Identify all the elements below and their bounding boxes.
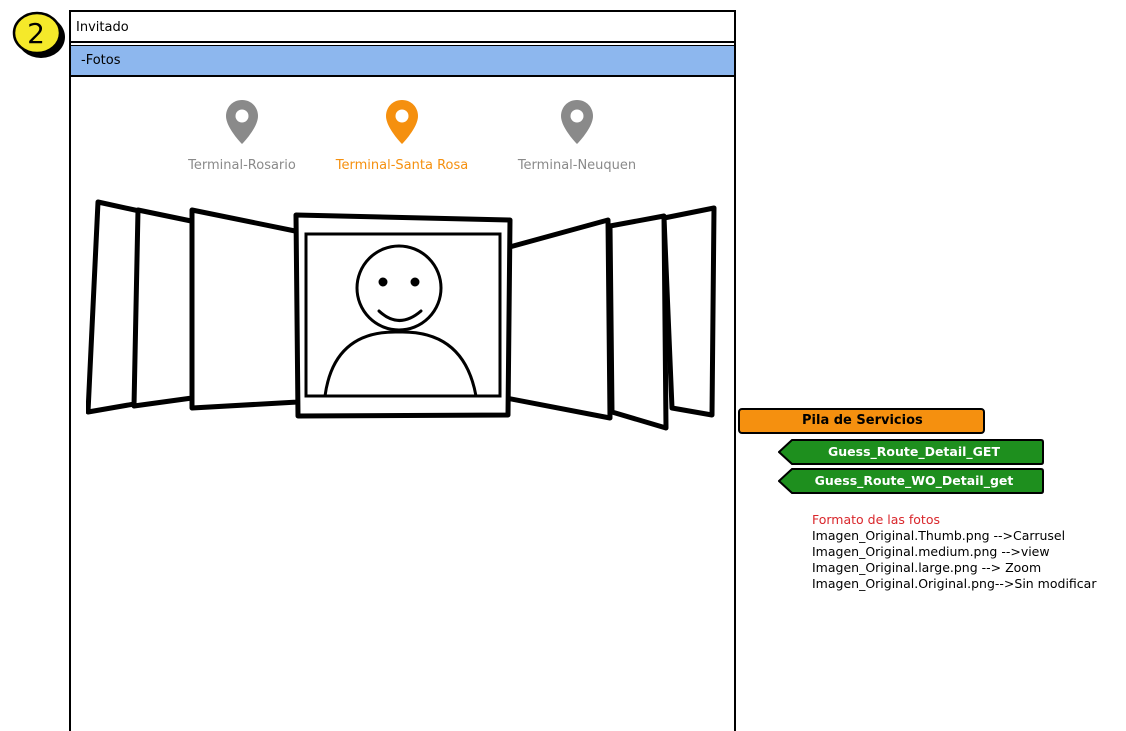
terminal-label: Terminal-Rosario [188, 158, 296, 173]
service-guess-route-detail-get[interactable]: Guess_Route_Detail_GET [778, 439, 1044, 465]
terminal-santa-rosa[interactable]: Terminal-Santa Rosa [322, 98, 482, 173]
step-number: 2 [27, 16, 45, 50]
formats-title: Formato de las fotos [812, 512, 940, 527]
map-pin-icon [561, 100, 593, 144]
carousel-card-right-3 [661, 205, 717, 418]
service-guess-route-wo-detail-get[interactable]: Guess_Route_WO_Detail_get [778, 468, 1044, 494]
services-stack-title: Pila de Servicios [738, 408, 985, 434]
tab-fotos[interactable]: -Fotos [71, 45, 734, 77]
service-label: Guess_Route_WO_Detail_get [814, 473, 1014, 488]
carousel-card-left-1 [189, 207, 303, 411]
format-line-original: Imagen_Original.Original.png-->Sin modif… [812, 576, 1097, 591]
format-line-medium: Imagen_Original.medium.png -->view [812, 544, 1050, 559]
terminal-label: Terminal-Neuquen [517, 158, 637, 173]
terminal-rosario[interactable]: Terminal-Rosario [162, 98, 322, 173]
carousel-card-right-1 [503, 217, 613, 421]
user-bar: Invitado [71, 12, 734, 43]
center-image-frame [304, 232, 502, 398]
carousel-card-right-2 [607, 213, 669, 431]
format-line-thumb: Imagen_Original.Thumb.png -->Carrusel [812, 528, 1066, 543]
map-pin-icon [386, 100, 418, 144]
map-pin-icon [226, 100, 258, 144]
step-badge: 2 [11, 11, 67, 61]
service-label: Guess_Route_Detail_GET [828, 444, 1000, 459]
user-name: Invitado [76, 20, 129, 35]
tab-label: -Fotos [81, 53, 121, 68]
photo-formats-note: Formato de las fotos Imagen_Original.Thu… [812, 512, 1124, 601]
photo-carousel[interactable] [86, 190, 726, 440]
terminal-label: Terminal-Santa Rosa [335, 158, 469, 173]
carousel-card-left-2 [131, 207, 199, 409]
format-line-large: Imagen_Original.large.png --> Zoom [812, 560, 1042, 575]
terminal-neuquen[interactable]: Terminal-Neuquen [497, 98, 657, 173]
